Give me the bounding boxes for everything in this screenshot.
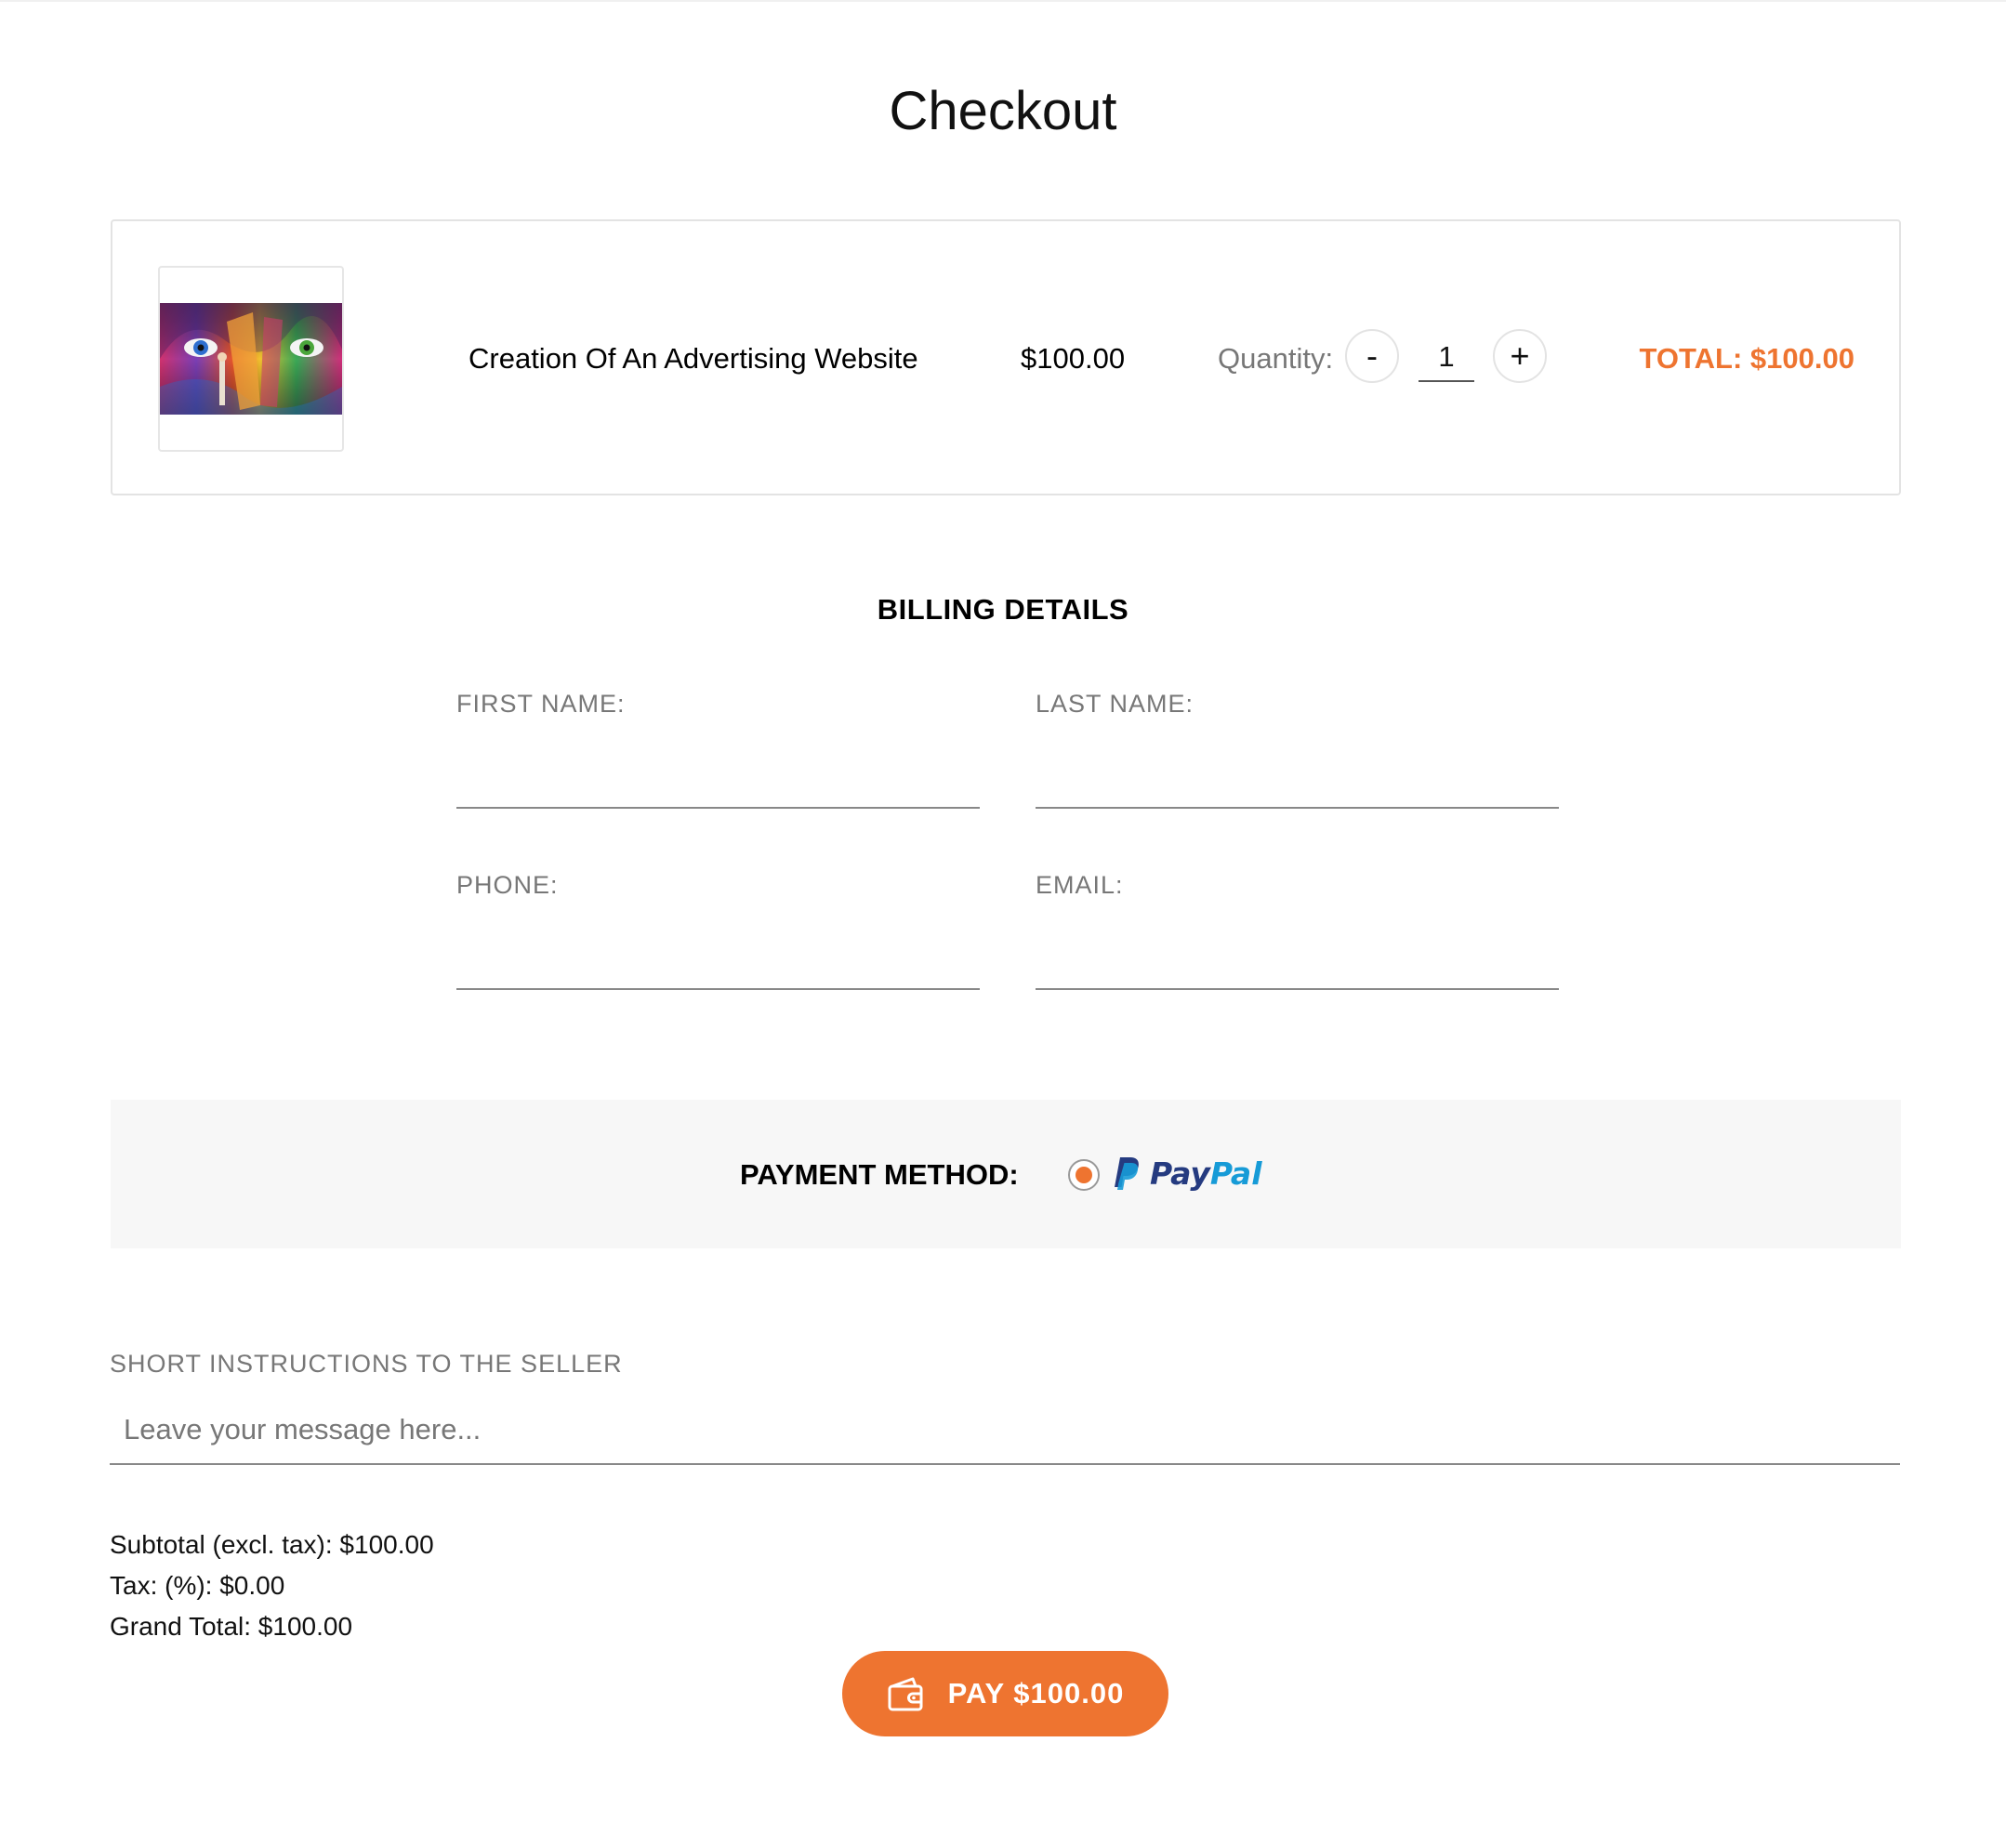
page-title: Checkout (889, 81, 1117, 141)
quantity-label: Quantity: (1218, 342, 1334, 375)
cart-item-card: Creation Of An Advertising Website $100.… (111, 219, 1901, 495)
payment-method-label: PAYMENT METHOD: (740, 1158, 1019, 1191)
pay-button-label: PAY $100.00 (947, 1677, 1125, 1709)
radio-selected-dot (1076, 1167, 1092, 1183)
quantity-increment-button[interactable]: + (1493, 329, 1547, 383)
quantity-input[interactable] (1419, 334, 1474, 382)
phone-label: PHONE: (456, 871, 559, 899)
seller-instructions-label: SHORT INSTRUCTIONS TO THE SELLER (110, 1350, 623, 1378)
email-field[interactable] (1036, 942, 1559, 990)
line-total: TOTAL: $100.00 (1639, 342, 1854, 375)
billing-details-heading: BILLING DETAILS (877, 593, 1129, 626)
last-name-label: LAST NAME: (1036, 690, 1194, 718)
paypal-wordmark: PayPal (1150, 1155, 1262, 1192)
first-name-label: FIRST NAME: (456, 690, 626, 718)
top-divider (0, 0, 2006, 2)
paypal-logo[interactable]: PayPal (1113, 1153, 1262, 1194)
paypal-radio[interactable] (1068, 1159, 1100, 1191)
face-paint-image-icon (160, 303, 342, 415)
last-name-field[interactable] (1036, 760, 1559, 809)
grand-total-text: Grand Total: $100.00 (110, 1612, 353, 1641)
seller-instructions-input[interactable] (110, 1396, 1900, 1465)
order-summary: Subtotal (excl. tax): $100.00 Tax: (%): … (110, 1525, 434, 1647)
wallet-icon (887, 1675, 926, 1712)
product-name[interactable]: Creation Of An Advertising Website (469, 340, 918, 377)
product-thumbnail[interactable] (158, 266, 344, 452)
phone-field[interactable] (456, 942, 980, 990)
pay-button[interactable]: PAY $100.00 (842, 1651, 1168, 1736)
quantity-decrement-button[interactable]: - (1345, 329, 1399, 383)
first-name-field[interactable] (456, 760, 980, 809)
subtotal-text: Subtotal (excl. tax): $100.00 (110, 1530, 434, 1559)
tax-text: Tax: (%): $0.00 (110, 1571, 285, 1600)
email-label: EMAIL: (1036, 871, 1124, 899)
paypal-p-icon (1115, 1157, 1139, 1190)
product-price: $100.00 (1021, 342, 1126, 375)
